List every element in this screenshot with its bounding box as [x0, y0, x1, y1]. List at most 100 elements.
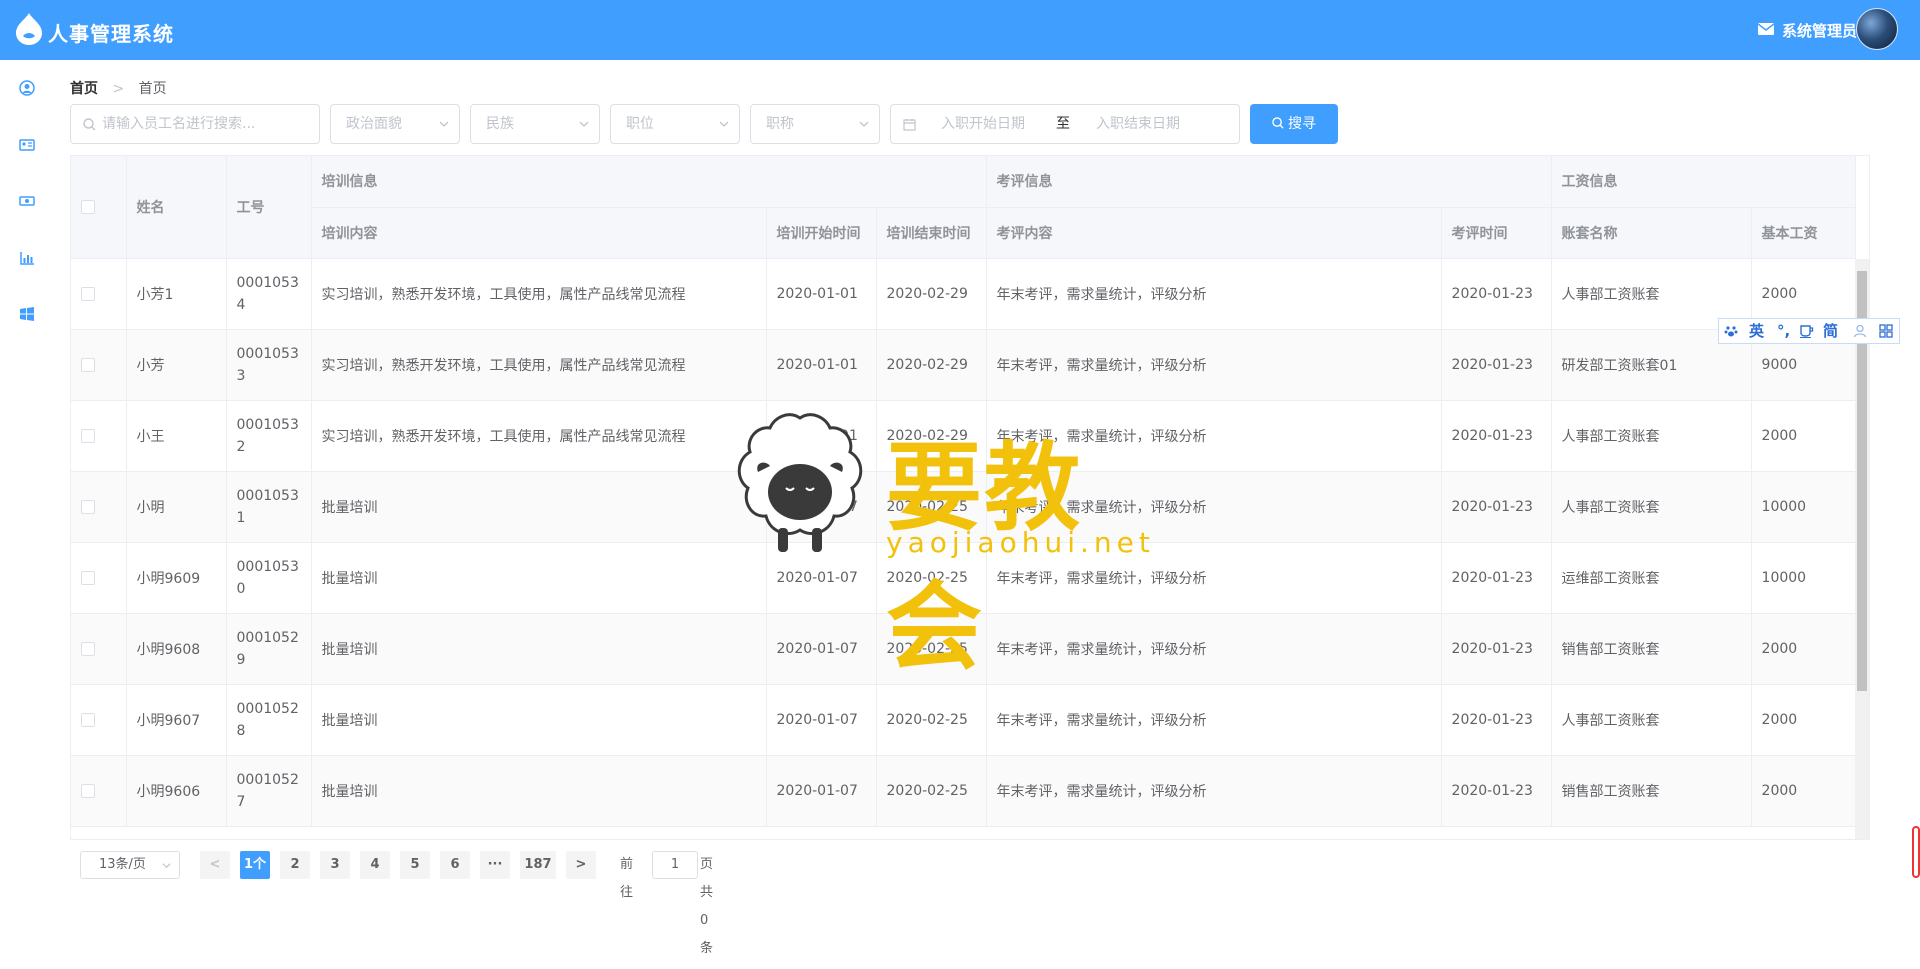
page-button[interactable]: 4 — [360, 851, 390, 879]
ime-punctuation[interactable]: °, — [1777, 319, 1790, 343]
page-size-select[interactable]: 13条/页 — [80, 851, 180, 879]
table-row[interactable]: 小王 00010532 实习培训，熟悉开发环境，工具使用，属性产品线常见流程 2… — [71, 400, 1856, 472]
cell-train-start: 2020-01-01 — [766, 329, 877, 401]
cell-train-content: 实习培训，熟悉开发环境，工具使用，属性产品线常见流程 — [311, 258, 767, 330]
cell-train-start: 2020-01-01 — [766, 258, 877, 330]
end-date-placeholder[interactable]: 入职结束日期 — [1096, 105, 1180, 143]
row-checkbox[interactable] — [81, 357, 95, 372]
chevron-down-icon — [579, 121, 589, 127]
row-checkbox[interactable] — [81, 286, 95, 301]
politic-select[interactable]: 政治面貌 — [330, 104, 460, 144]
cell-name: 小明9607 — [126, 684, 227, 756]
position-select[interactable]: 职位 — [610, 104, 740, 144]
paw-icon[interactable] — [1724, 324, 1738, 338]
date-range-picker[interactable]: 入职开始日期 至 入职结束日期 — [890, 104, 1240, 144]
chevron-down-icon — [439, 121, 449, 127]
page-button-active[interactable]: 1个 — [240, 851, 270, 879]
cell-train-content: 批量培训 — [311, 542, 767, 614]
table-row[interactable]: 小明 00010531 批量培训 2020-01-07 2020-02-25 年… — [71, 471, 1856, 543]
grid-menu-icon[interactable] — [1879, 324, 1893, 338]
cell-train-content: 实习培训，熟悉开发环境，工具使用，属性产品线常见流程 — [311, 329, 767, 401]
table-row[interactable]: 小芳 00010533 实习培训，熟悉开发环境，工具使用，属性产品线常见流程 2… — [71, 329, 1856, 401]
next-page-button[interactable]: > — [566, 851, 596, 879]
cell-appraisal-content: 年末考评，需求量统计，评级分析 — [986, 258, 1442, 330]
search-placeholder: 请输入员工名进行搜索... — [102, 116, 256, 132]
cell-appraisal-date: 2020-01-23 — [1441, 684, 1552, 756]
table-vertical-scrollbar[interactable] — [1855, 259, 1869, 839]
page-button[interactable]: 6 — [440, 851, 470, 879]
row-checkbox[interactable] — [81, 428, 95, 443]
table-row[interactable]: 小明9608 00010529 批量培训 2020-01-07 2020-02-… — [71, 613, 1856, 685]
table-row[interactable]: 小明9607 00010528 批量培训 2020-01-07 2020-02-… — [71, 684, 1856, 756]
bar-chart-icon[interactable] — [19, 250, 35, 266]
row-checkbox[interactable] — [81, 641, 95, 656]
money-icon[interactable] — [19, 193, 35, 209]
cell-work-id: 00010530 — [226, 542, 312, 614]
cell-train-start: 2020-01-01 — [766, 400, 877, 472]
row-select-cell — [71, 542, 127, 614]
table-row[interactable]: 小明9606 00010527 批量培训 2020-01-07 2020-02-… — [71, 755, 1856, 827]
cell-work-id: 00010528 — [226, 684, 312, 756]
select-all-cell — [71, 156, 127, 259]
cell-work-id: 00010527 — [226, 755, 312, 827]
title-select[interactable]: 职称 — [750, 104, 880, 144]
cell-appraisal-content: 年末考评，需求量统计，评级分析 — [986, 542, 1442, 614]
row-checkbox[interactable] — [81, 570, 95, 585]
avatar[interactable] — [1856, 8, 1898, 50]
row-checkbox[interactable] — [81, 783, 95, 798]
row-checkbox[interactable] — [81, 712, 95, 727]
search-icon — [83, 118, 96, 131]
nation-select[interactable]: 民族 — [470, 104, 600, 144]
scroll-indicator[interactable] — [1912, 826, 1920, 878]
user-name[interactable]: 系统管理员 — [1782, 20, 1857, 41]
cell-appraisal-date: 2020-01-23 — [1441, 329, 1552, 401]
cell-appraisal-content: 年末考评，需求量统计，评级分析 — [986, 400, 1442, 472]
page-button[interactable]: 3 — [320, 851, 350, 879]
nation-placeholder: 民族 — [486, 116, 514, 132]
cup-icon[interactable] — [1800, 325, 1814, 338]
windows-icon[interactable] — [19, 306, 35, 322]
cell-name: 小芳1 — [126, 258, 227, 330]
goto-page-input[interactable]: 1 — [652, 851, 698, 879]
cell-train-end: 2020-02-29 — [876, 400, 987, 472]
cell-appraisal-content: 年末考评，需求量统计，评级分析 — [986, 684, 1442, 756]
row-select-cell — [71, 258, 127, 330]
start-date-placeholder[interactable]: 入职开始日期 — [941, 105, 1025, 143]
cell-appraisal-date: 2020-01-23 — [1441, 471, 1552, 543]
header-salary-set: 账套名称 — [1551, 207, 1752, 259]
table-row[interactable]: 小明9609 00010530 批量培训 2020-01-07 2020-02-… — [71, 542, 1856, 614]
header-train-end: 培训结束时间 — [876, 207, 987, 259]
user-circle-icon[interactable] — [19, 80, 35, 96]
row-select-cell — [71, 755, 127, 827]
breadcrumb-home[interactable]: 首页 — [70, 81, 98, 97]
cell-appraisal-date: 2020-01-23 — [1441, 755, 1552, 827]
position-placeholder: 职位 — [626, 116, 654, 132]
page-button[interactable]: 187 — [520, 851, 556, 879]
search-button[interactable]: 搜寻 — [1250, 104, 1338, 144]
drupal-logo-icon — [16, 13, 42, 45]
table-row[interactable]: 小芳1 00010534 实习培训，熟悉开发环境，工具使用，属性产品线常见流程 … — [71, 258, 1856, 330]
mail-icon[interactable] — [1758, 23, 1774, 35]
ime-simplified[interactable]: 简 — [1823, 319, 1838, 343]
header-train-content: 培训内容 — [311, 207, 767, 259]
header-appraisal-date: 考评时间 — [1441, 207, 1552, 259]
ime-toolbar[interactable]: 英 °, 简 — [1718, 318, 1900, 344]
calendar-icon — [903, 119, 916, 131]
cell-base-salary: 2000 — [1751, 400, 1856, 472]
cell-salary-set: 人事部工资账套 — [1551, 684, 1752, 756]
prev-page-button[interactable]: < — [200, 851, 230, 879]
cell-name: 小明9606 — [126, 755, 227, 827]
id-card-icon[interactable] — [19, 137, 35, 153]
search-input[interactable]: 请输入员工名进行搜索... — [70, 104, 320, 144]
cell-base-salary: 10000 — [1751, 471, 1856, 543]
ime-english[interactable]: 英 — [1749, 319, 1764, 343]
row-checkbox[interactable] — [81, 499, 95, 514]
user-icon[interactable] — [1853, 324, 1867, 338]
cell-train-content: 批量培训 — [311, 613, 767, 685]
page-button[interactable]: 2 — [280, 851, 310, 879]
page-button[interactable]: 5 — [400, 851, 430, 879]
cell-work-id: 00010533 — [226, 329, 312, 401]
select-all-checkbox[interactable] — [81, 199, 95, 214]
cell-appraisal-date: 2020-01-23 — [1441, 400, 1552, 472]
more-pages-button[interactable]: ··· — [480, 851, 510, 879]
